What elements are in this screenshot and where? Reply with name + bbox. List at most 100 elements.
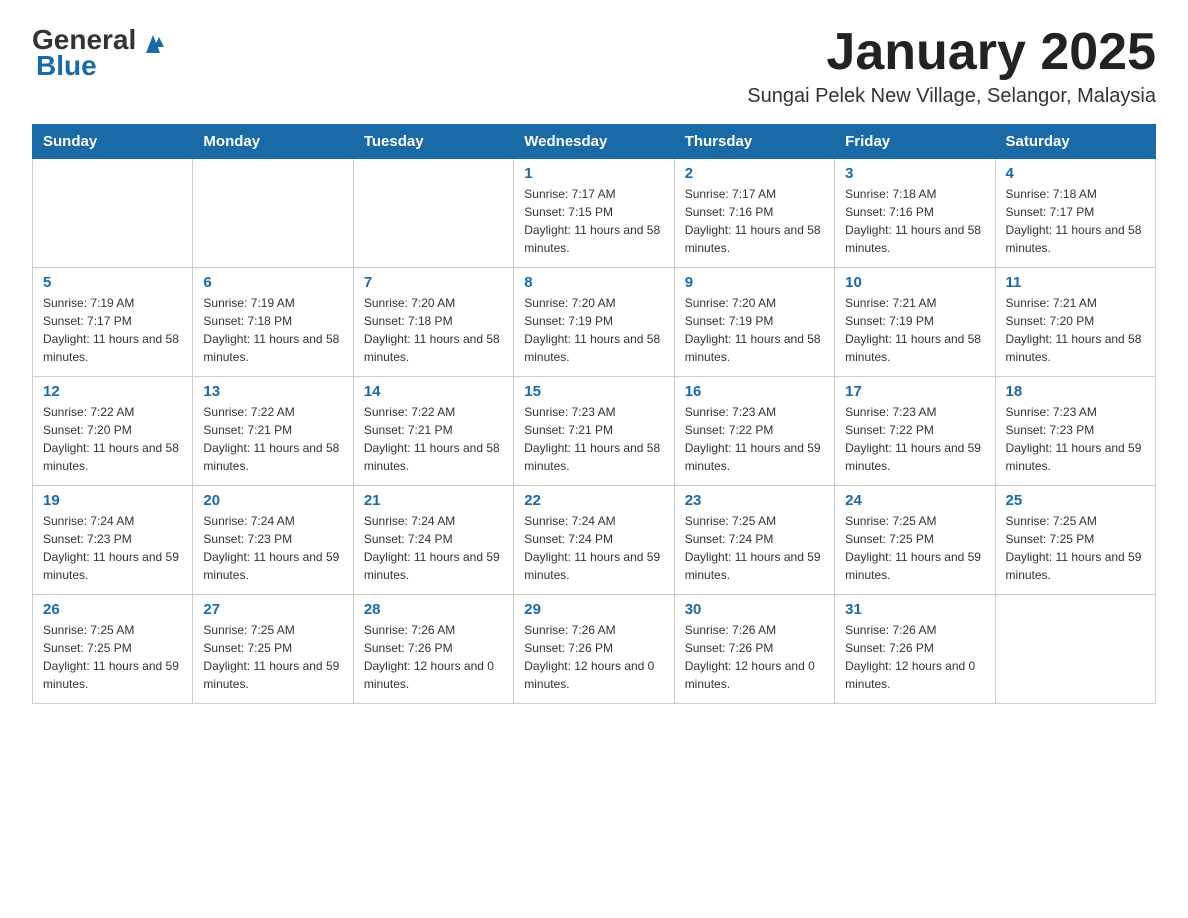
- day-number: 15: [524, 383, 663, 400]
- logo-blue: Blue: [36, 50, 97, 82]
- day-info: Sunrise: 7:17 AMSunset: 7:16 PMDaylight:…: [685, 185, 824, 257]
- day-info: Sunrise: 7:23 AMSunset: 7:22 PMDaylight:…: [685, 403, 824, 475]
- day-info: Sunrise: 7:23 AMSunset: 7:22 PMDaylight:…: [845, 403, 984, 475]
- week-row-2: 5 Sunrise: 7:19 AMSunset: 7:17 PMDaylight…: [33, 268, 1156, 377]
- day-info: Sunrise: 7:23 AMSunset: 7:23 PMDaylight:…: [1006, 403, 1145, 475]
- day-of-week-tuesday: Tuesday: [353, 125, 513, 159]
- calendar-header: SundayMondayTuesdayWednesdayThursdayFrid…: [33, 125, 1156, 159]
- day-of-week-friday: Friday: [835, 125, 995, 159]
- day-number: 19: [43, 492, 182, 509]
- day-number: 4: [1006, 165, 1145, 182]
- day-info: Sunrise: 7:22 AMSunset: 7:20 PMDaylight:…: [43, 403, 182, 475]
- day-info: Sunrise: 7:24 AMSunset: 7:23 PMDaylight:…: [43, 512, 182, 584]
- calendar-cell: 21 Sunrise: 7:24 AMSunset: 7:24 PMDayligh…: [353, 486, 513, 595]
- day-info: Sunrise: 7:22 AMSunset: 7:21 PMDaylight:…: [203, 403, 342, 475]
- header: General Blue January 2025 Sungai Pelek N…: [32, 24, 1156, 108]
- day-number: 31: [845, 601, 984, 618]
- day-info: Sunrise: 7:25 AMSunset: 7:25 PMDaylight:…: [43, 621, 182, 693]
- day-info: Sunrise: 7:20 AMSunset: 7:19 PMDaylight:…: [685, 294, 824, 366]
- day-number: 10: [845, 274, 984, 291]
- day-info: Sunrise: 7:17 AMSunset: 7:15 PMDaylight:…: [524, 185, 663, 257]
- week-row-3: 12 Sunrise: 7:22 AMSunset: 7:20 PMDayligh…: [33, 377, 1156, 486]
- day-info: Sunrise: 7:24 AMSunset: 7:24 PMDaylight:…: [524, 512, 663, 584]
- calendar-cell: 16 Sunrise: 7:23 AMSunset: 7:22 PMDayligh…: [674, 377, 834, 486]
- day-of-week-wednesday: Wednesday: [514, 125, 674, 159]
- calendar-cell: 19 Sunrise: 7:24 AMSunset: 7:23 PMDayligh…: [33, 486, 193, 595]
- calendar-cell: [33, 159, 193, 268]
- day-number: 3: [845, 165, 984, 182]
- calendar-cell: 31Sunrise: 7:26 AMSunset: 7:26 PMDayligh…: [835, 595, 995, 704]
- calendar-cell: 12 Sunrise: 7:22 AMSunset: 7:20 PMDayligh…: [33, 377, 193, 486]
- day-number: 16: [685, 383, 824, 400]
- day-info: Sunrise: 7:24 AMSunset: 7:24 PMDaylight:…: [364, 512, 503, 584]
- location-title: Sungai Pelek New Village, Selangor, Mala…: [747, 85, 1156, 108]
- calendar-cell: 27Sunrise: 7:25 AMSunset: 7:25 PMDayligh…: [193, 595, 353, 704]
- day-number: 24: [845, 492, 984, 509]
- day-info: Sunrise: 7:21 AMSunset: 7:20 PMDaylight:…: [1006, 294, 1145, 366]
- day-number: 20: [203, 492, 342, 509]
- day-number: 9: [685, 274, 824, 291]
- calendar-body: 1 Sunrise: 7:17 AMSunset: 7:15 PMDaylight…: [33, 159, 1156, 704]
- day-info: Sunrise: 7:25 AMSunset: 7:25 PMDaylight:…: [203, 621, 342, 693]
- day-info: Sunrise: 7:26 AMSunset: 7:26 PMDaylight:…: [364, 621, 503, 693]
- day-info: Sunrise: 7:18 AMSunset: 7:17 PMDaylight:…: [1006, 185, 1145, 257]
- calendar-cell: 8 Sunrise: 7:20 AMSunset: 7:19 PMDaylight…: [514, 268, 674, 377]
- calendar-cell: 7 Sunrise: 7:20 AMSunset: 7:18 PMDaylight…: [353, 268, 513, 377]
- calendar-cell: 23 Sunrise: 7:25 AMSunset: 7:24 PMDayligh…: [674, 486, 834, 595]
- calendar-cell: 26 Sunrise: 7:25 AMSunset: 7:25 PMDayligh…: [33, 595, 193, 704]
- day-number: 25: [1006, 492, 1145, 509]
- calendar-table: SundayMondayTuesdayWednesdayThursdayFrid…: [32, 124, 1156, 704]
- calendar-cell: 13 Sunrise: 7:22 AMSunset: 7:21 PMDayligh…: [193, 377, 353, 486]
- calendar-cell: 11 Sunrise: 7:21 AMSunset: 7:20 PMDayligh…: [995, 268, 1155, 377]
- calendar-cell: 15Sunrise: 7:23 AMSunset: 7:21 PMDayligh…: [514, 377, 674, 486]
- day-number: 8: [524, 274, 663, 291]
- calendar-cell: 29Sunrise: 7:26 AMSunset: 7:26 PMDayligh…: [514, 595, 674, 704]
- day-number: 13: [203, 383, 342, 400]
- day-of-week-thursday: Thursday: [674, 125, 834, 159]
- calendar-cell: 3 Sunrise: 7:18 AMSunset: 7:16 PMDaylight…: [835, 159, 995, 268]
- day-number: 21: [364, 492, 503, 509]
- days-of-week-row: SundayMondayTuesdayWednesdayThursdayFrid…: [33, 125, 1156, 159]
- day-number: 7: [364, 274, 503, 291]
- month-title: January 2025: [747, 24, 1156, 81]
- day-number: 2: [685, 165, 824, 182]
- day-info: Sunrise: 7:18 AMSunset: 7:16 PMDaylight:…: [845, 185, 984, 257]
- calendar-cell: 20 Sunrise: 7:24 AMSunset: 7:23 PMDayligh…: [193, 486, 353, 595]
- day-number: 18: [1006, 383, 1145, 400]
- calendar-cell: 14Sunrise: 7:22 AMSunset: 7:21 PMDayligh…: [353, 377, 513, 486]
- day-info: Sunrise: 7:24 AMSunset: 7:23 PMDaylight:…: [203, 512, 342, 584]
- day-number: 1: [524, 165, 663, 182]
- logo-icon: [138, 25, 168, 55]
- calendar-cell: 30Sunrise: 7:26 AMSunset: 7:26 PMDayligh…: [674, 595, 834, 704]
- calendar-cell: 10Sunrise: 7:21 AMSunset: 7:19 PMDayligh…: [835, 268, 995, 377]
- calendar-cell: 17 Sunrise: 7:23 AMSunset: 7:22 PMDayligh…: [835, 377, 995, 486]
- logo: General Blue: [32, 24, 170, 82]
- day-info: Sunrise: 7:25 AMSunset: 7:24 PMDaylight:…: [685, 512, 824, 584]
- day-info: Sunrise: 7:25 AMSunset: 7:25 PMDaylight:…: [845, 512, 984, 584]
- calendar-cell: 9 Sunrise: 7:20 AMSunset: 7:19 PMDaylight…: [674, 268, 834, 377]
- day-number: 28: [364, 601, 503, 618]
- day-number: 5: [43, 274, 182, 291]
- calendar-cell: 22Sunrise: 7:24 AMSunset: 7:24 PMDayligh…: [514, 486, 674, 595]
- calendar-cell: 18 Sunrise: 7:23 AMSunset: 7:23 PMDayligh…: [995, 377, 1155, 486]
- calendar-cell: 6Sunrise: 7:19 AMSunset: 7:18 PMDaylight…: [193, 268, 353, 377]
- day-number: 17: [845, 383, 984, 400]
- week-row-1: 1 Sunrise: 7:17 AMSunset: 7:15 PMDaylight…: [33, 159, 1156, 268]
- day-number: 23: [685, 492, 824, 509]
- day-info: Sunrise: 7:20 AMSunset: 7:18 PMDaylight:…: [364, 294, 503, 366]
- calendar-cell: [193, 159, 353, 268]
- day-number: 14: [364, 383, 503, 400]
- week-row-4: 19 Sunrise: 7:24 AMSunset: 7:23 PMDayligh…: [33, 486, 1156, 595]
- calendar-cell: 5 Sunrise: 7:19 AMSunset: 7:17 PMDaylight…: [33, 268, 193, 377]
- day-of-week-saturday: Saturday: [995, 125, 1155, 159]
- day-info: Sunrise: 7:19 AMSunset: 7:17 PMDaylight:…: [43, 294, 182, 366]
- calendar-cell: 25Sunrise: 7:25 AMSunset: 7:25 PMDayligh…: [995, 486, 1155, 595]
- calendar-cell: 1 Sunrise: 7:17 AMSunset: 7:15 PMDaylight…: [514, 159, 674, 268]
- calendar-cell: [995, 595, 1155, 704]
- day-info: Sunrise: 7:19 AMSunset: 7:18 PMDaylight:…: [203, 294, 342, 366]
- day-number: 12: [43, 383, 182, 400]
- day-info: Sunrise: 7:20 AMSunset: 7:19 PMDaylight:…: [524, 294, 663, 366]
- day-number: 26: [43, 601, 182, 618]
- day-number: 29: [524, 601, 663, 618]
- day-number: 11: [1006, 274, 1145, 291]
